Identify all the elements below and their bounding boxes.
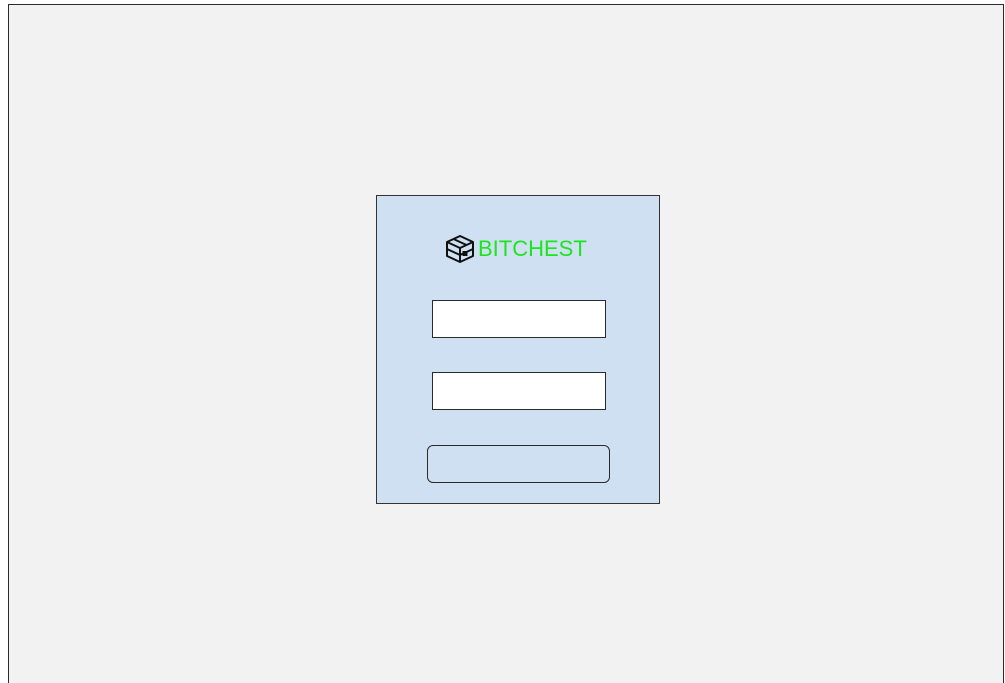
login-button[interactable] bbox=[427, 445, 610, 483]
username-field[interactable] bbox=[432, 300, 606, 338]
treasure-chest-icon bbox=[446, 235, 474, 263]
brand-name: BITCHEST bbox=[478, 236, 587, 261]
brand-logo: BITCHEST bbox=[444, 234, 587, 264]
login-panel: BITCHEST bbox=[376, 195, 660, 504]
password-field[interactable] bbox=[432, 372, 606, 410]
app-canvas: BITCHEST bbox=[8, 4, 1004, 683]
